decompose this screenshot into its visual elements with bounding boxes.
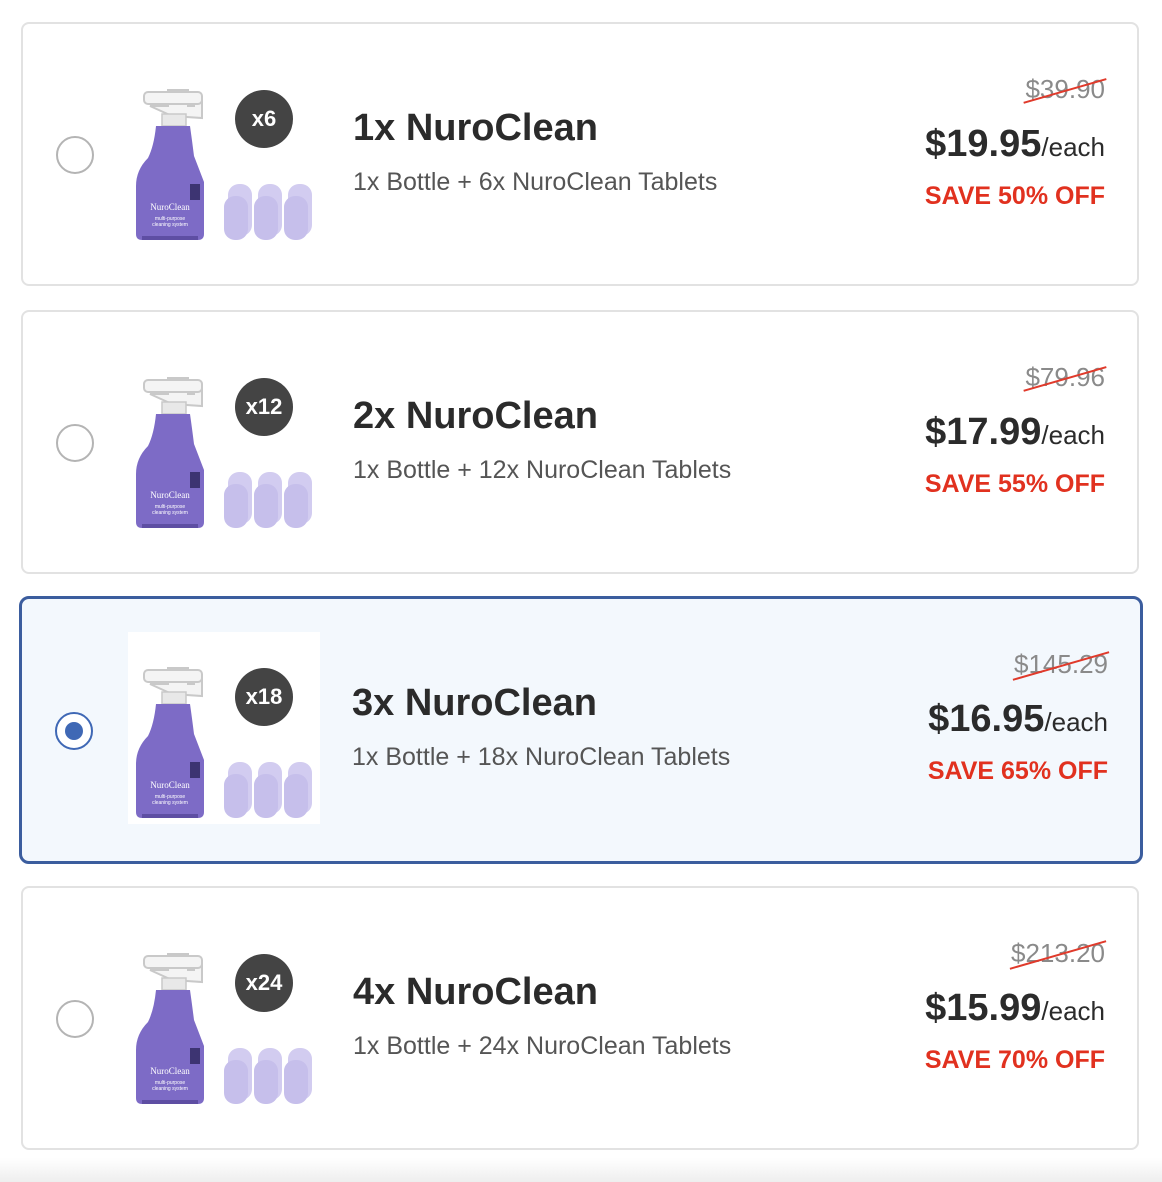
spray-bottle-icon: NuroClean multi-purpose cleaning system (136, 953, 204, 1104)
offer-title: 1x NuroClean (353, 107, 598, 149)
tablet-count-badge: x6 (235, 90, 293, 148)
original-price: $79.96 (1023, 362, 1107, 393)
tablets-icon (224, 762, 312, 818)
sale-price: $15.99 (925, 987, 1042, 1029)
offer-selector: NuroClean multi-purpose cleaning system … (0, 0, 1162, 1182)
original-price: $145.29 (1012, 649, 1110, 681)
radio-button[interactable] (56, 1000, 94, 1038)
savings-label: SAVE 55% OFF (924, 470, 1105, 498)
product-image: NuroClean multi-purpose cleaning system … (128, 54, 320, 246)
offer-option-1[interactable]: NuroClean multi-purpose cleaning system … (21, 22, 1139, 286)
product-image: NuroClean multi-purpose cleaning system … (128, 632, 320, 824)
offer-title: 3x NuroClean (352, 682, 597, 724)
tablets-icon (224, 184, 312, 240)
offer-subtitle: 1x Bottle + 24x NuroClean Tablets (353, 1032, 732, 1060)
sale-price: $17.99 (925, 411, 1042, 453)
offer-subtitle: 1x Bottle + 12x NuroClean Tablets (353, 456, 732, 484)
sale-price: $16.95 (928, 698, 1045, 740)
svg-text:NuroClean: NuroClean (150, 202, 190, 212)
price-unit: /each (1041, 420, 1105, 450)
original-price: $39.90 (1023, 74, 1107, 105)
savings-label: SAVE 70% OFF (924, 1046, 1105, 1074)
original-price: $213.20 (1009, 938, 1107, 970)
offer-option-3[interactable]: NuroClean multi-purpose cleaning system … (19, 596, 1143, 864)
price-unit: /each (1041, 996, 1105, 1026)
tablet-count-badge: x18 (235, 668, 293, 726)
svg-text:NuroClean: NuroClean (150, 1066, 190, 1076)
radio-button[interactable] (55, 712, 93, 750)
price-unit: /each (1041, 132, 1105, 162)
tablet-count-badge: x24 (235, 954, 293, 1012)
savings-label: SAVE 65% OFF (927, 757, 1108, 785)
price-block: $79.96 $17.99/each SAVE 55% OFF (924, 362, 1107, 499)
sale-price: $19.95 (925, 123, 1042, 165)
savings-label: SAVE 50% OFF (924, 182, 1105, 210)
tablet-count-badge: x12 (235, 378, 293, 436)
svg-text:cleaning system: cleaning system (152, 1086, 188, 1092)
svg-text:cleaning system: cleaning system (152, 222, 188, 228)
product-image: NuroClean multi-purpose cleaning system … (128, 342, 320, 534)
svg-text:cleaning system: cleaning system (152, 800, 188, 806)
radio-dot (65, 722, 83, 740)
offer-option-2[interactable]: NuroClean multi-purpose cleaning system … (21, 310, 1139, 574)
svg-text:NuroClean: NuroClean (150, 490, 190, 500)
radio-button[interactable] (56, 136, 94, 174)
svg-text:cleaning system: cleaning system (152, 510, 188, 516)
spray-bottle-icon: NuroClean multi-purpose cleaning system (136, 89, 204, 240)
offer-subtitle: 1x Bottle + 6x NuroClean Tablets (353, 168, 718, 196)
price-block: $145.29 $16.95/each SAVE 65% OFF (927, 649, 1110, 786)
product-image: NuroClean multi-purpose cleaning system … (128, 918, 320, 1110)
svg-text:NuroClean: NuroClean (150, 780, 190, 790)
offer-title: 2x NuroClean (353, 395, 598, 437)
price-unit: /each (1044, 707, 1108, 737)
offer-title: 4x NuroClean (353, 971, 598, 1013)
price-block: $39.90 $19.95/each SAVE 50% OFF (924, 74, 1107, 211)
radio-button[interactable] (56, 424, 94, 462)
spray-bottle-icon: NuroClean multi-purpose cleaning system (136, 667, 204, 818)
tablets-icon (224, 1048, 312, 1104)
page-bottom-edge (0, 1158, 1162, 1182)
spray-bottle-icon: NuroClean multi-purpose cleaning system (136, 377, 204, 528)
offer-subtitle: 1x Bottle + 18x NuroClean Tablets (352, 743, 731, 771)
tablets-icon (224, 472, 312, 528)
offer-option-4[interactable]: NuroClean multi-purpose cleaning system … (21, 886, 1139, 1150)
price-block: $213.20 $15.99/each SAVE 70% OFF (924, 938, 1107, 1075)
